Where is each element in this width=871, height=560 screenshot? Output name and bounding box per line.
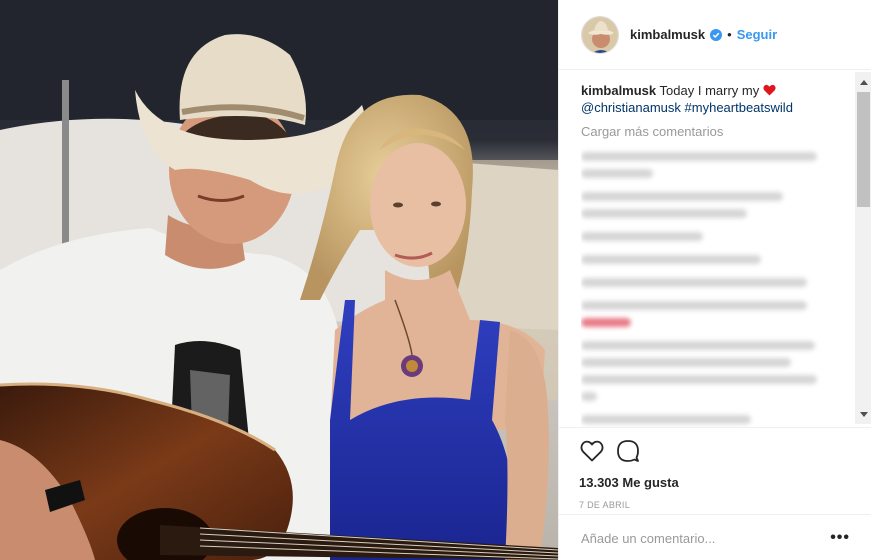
blurred-comment: [581, 152, 817, 161]
action-icons: [579, 438, 871, 464]
caption-mention[interactable]: @christianamusk: [581, 100, 681, 115]
wedding-photo-illustration: [0, 0, 558, 560]
instagram-post: kimbalmusk • Seguir kimbalmusk Today I m…: [0, 0, 871, 560]
header-separator: •: [727, 27, 732, 42]
load-more-comments[interactable]: Cargar más comentarios: [581, 123, 849, 140]
blurred-comment: [581, 341, 815, 350]
post-actions: 13.303 Me gusta 7 DE ABRIL •••: [559, 427, 871, 560]
comment-bubble-icon[interactable]: [615, 438, 641, 464]
scrollbar-thumb[interactable]: [857, 92, 870, 207]
likes-count[interactable]: 13.303 Me gusta: [579, 475, 871, 490]
blurred-comments: [581, 152, 849, 427]
scroll-down-arrow-icon[interactable]: [855, 406, 871, 422]
header-username[interactable]: kimbalmusk: [630, 27, 705, 42]
add-comment-bar: •••: [559, 514, 871, 560]
more-options-icon[interactable]: •••: [830, 529, 850, 547]
blurred-comment: [581, 232, 703, 241]
comments-list: kimbalmusk Today I marry my @christianam…: [581, 82, 849, 427]
caption-text: Today I marry my: [659, 83, 760, 98]
blurred-comment: [581, 415, 751, 424]
comments-scrollbar[interactable]: [855, 72, 871, 424]
verified-badge-icon: [710, 28, 723, 41]
blurred-comment: [581, 169, 653, 178]
blurred-comment: [581, 358, 791, 367]
avatar[interactable]: [581, 15, 619, 54]
blurred-comment: [581, 278, 807, 287]
post-header: kimbalmusk • Seguir: [559, 0, 871, 70]
post-date[interactable]: 7 DE ABRIL: [579, 500, 871, 510]
post-sidebar: kimbalmusk • Seguir kimbalmusk Today I m…: [558, 0, 871, 560]
caption: kimbalmusk Today I marry my @christianam…: [581, 82, 849, 116]
blurred-comment: [581, 375, 817, 384]
blurred-comment: [581, 192, 783, 201]
follow-button[interactable]: Seguir: [737, 27, 777, 42]
red-heart-emoji-icon: [763, 84, 776, 96]
caption-hashtag[interactable]: #myheartbeatswild: [685, 100, 793, 115]
scroll-up-arrow-icon[interactable]: [855, 74, 871, 90]
post-photo[interactable]: [0, 0, 558, 560]
blurred-comment: [581, 255, 761, 264]
blurred-comment: [581, 209, 747, 218]
comment-input[interactable]: [581, 530, 811, 546]
like-heart-icon[interactable]: [579, 438, 605, 464]
blurred-comment: [581, 301, 807, 310]
blurred-comment: [581, 318, 631, 327]
caption-username[interactable]: kimbalmusk: [581, 83, 656, 98]
blurred-comment: [581, 392, 597, 401]
